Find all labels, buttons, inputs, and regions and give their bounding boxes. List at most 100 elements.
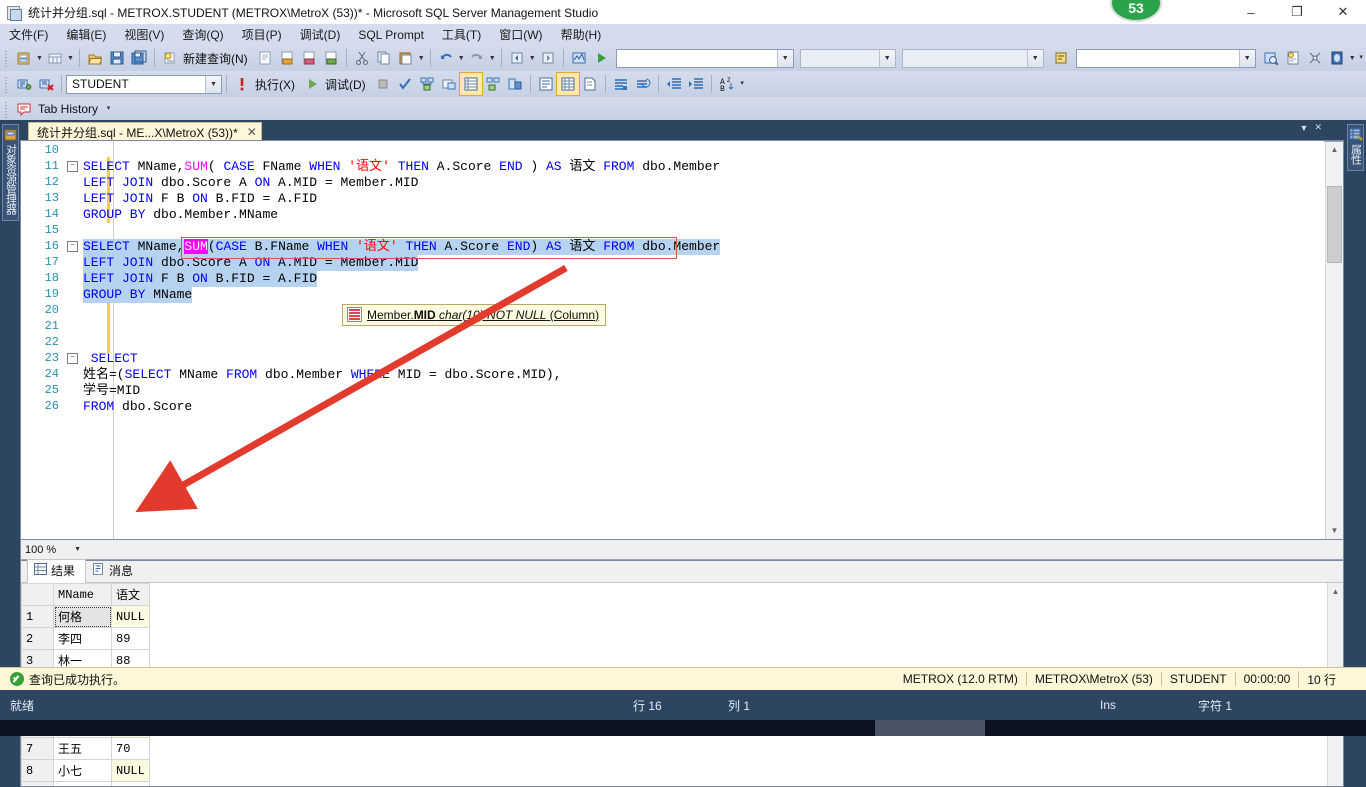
cell-score[interactable]: 89 [111, 627, 150, 650]
sql-refactor-icon[interactable] [1326, 47, 1348, 69]
new-project-dropdown[interactable]: ▼ [35, 47, 44, 69]
cell-score[interactable]: NULL [111, 605, 150, 628]
stop-icon[interactable] [372, 73, 394, 95]
menu-edit[interactable]: 编辑(E) [57, 24, 115, 45]
format-sql-icon[interactable] [1304, 47, 1326, 69]
new-xmla-query-icon[interactable] [320, 47, 342, 69]
standard-toolbar-overflow[interactable]: ▾ [1357, 47, 1366, 69]
cell-mname[interactable]: 何格 [53, 605, 112, 628]
table-row[interactable]: 1 何格 NULL [21, 605, 150, 628]
new-analysis-mdx-query-icon[interactable] [276, 47, 298, 69]
new-item-dropdown[interactable]: ▼ [66, 47, 75, 69]
table-row[interactable]: 8 小七 NULL [21, 759, 150, 782]
menu-project[interactable]: 项目(P) [233, 24, 291, 45]
cell-score[interactable]: NULL [111, 759, 150, 782]
new-query-icon[interactable] [159, 47, 181, 69]
row-number[interactable]: 9 [21, 781, 54, 786]
cell-mname[interactable]: 王五 [53, 737, 112, 760]
results-to-grid-toggle-icon[interactable] [555, 72, 580, 96]
results-to-grid-icon[interactable] [458, 72, 483, 96]
parse-check-icon[interactable] [394, 73, 416, 95]
uncomment-lines-icon[interactable] [632, 73, 654, 95]
maximize-button[interactable]: ❐ [1274, 0, 1320, 24]
database-dropdown-arrow[interactable]: ▼ [205, 75, 221, 93]
cut-icon[interactable] [351, 47, 373, 69]
scroll-down-arrow[interactable]: ▼ [1326, 522, 1343, 539]
zoom-level-combo[interactable]: 100 % ▼ [25, 542, 85, 558]
search-dropdown-arrow[interactable]: ▼ [1238, 49, 1255, 67]
cell-mname[interactable]: 小七 [53, 759, 112, 782]
comment-lines-icon[interactable] [610, 73, 632, 95]
tab-results[interactable]: 结果 [27, 559, 87, 583]
editor-toolbar-overflow[interactable]: ▾ [738, 73, 747, 95]
open-file-icon[interactable] [84, 47, 106, 69]
sql-prompt-icon[interactable] [1050, 47, 1072, 69]
menu-debug[interactable]: 调试(D) [291, 24, 350, 45]
new-project-icon[interactable] [13, 47, 35, 69]
redo-dropdown[interactable]: ▼ [488, 47, 497, 69]
scroll-up-arrow[interactable]: ▲ [1328, 583, 1343, 600]
display-estimated-plan-icon[interactable] [416, 73, 438, 95]
editor-split-button[interactable] [1324, 141, 1343, 142]
properties-dock-tab[interactable]: 属性 [1347, 124, 1364, 171]
code-area[interactable]: SELECT MName,SUM( CASE FName WHEN '语文' T… [83, 141, 1325, 539]
editor-tab-sql[interactable]: 统计并分组.sql - ME...X\MetroX (53))* ✕ [28, 122, 262, 141]
cell-mname[interactable]: 张三 [53, 781, 112, 786]
menu-file[interactable]: 文件(F) [0, 24, 57, 45]
disconnect-icon[interactable] [35, 73, 57, 95]
decrease-indent-icon[interactable] [663, 73, 685, 95]
results-to-text-icon[interactable] [535, 73, 557, 95]
table-row[interactable]: 2 李四 89 [21, 627, 150, 650]
tab-history-icon[interactable] [13, 98, 35, 120]
scroll-thumb[interactable] [1327, 186, 1342, 263]
cell-score[interactable]: 70 [111, 737, 150, 760]
save-all-icon[interactable] [128, 47, 150, 69]
taskbar-active-window[interactable] [875, 720, 985, 736]
execute-icon[interactable] [231, 73, 253, 95]
navigate-dropdown[interactable]: ▼ [528, 47, 537, 69]
execute-green-icon[interactable] [590, 47, 612, 69]
redo-icon[interactable] [466, 47, 488, 69]
editor-vertical-scrollbar[interactable]: ▲ ▼ [1324, 141, 1343, 539]
script-as-icon[interactable] [1282, 47, 1304, 69]
close-icon[interactable]: ✕ [247, 125, 257, 139]
menu-view[interactable]: 视图(V) [115, 24, 173, 45]
find-invalid-objects-icon[interactable] [1260, 47, 1282, 69]
combo-1-arrow[interactable]: ▼ [776, 49, 793, 67]
paste-dropdown[interactable]: ▼ [417, 47, 426, 69]
sql-refactor-dropdown[interactable]: ▼ [1348, 47, 1357, 69]
cell-mname[interactable]: 李四 [53, 627, 112, 650]
query-options-icon[interactable] [438, 73, 460, 95]
results-to-file-icon[interactable] [579, 73, 601, 95]
combo-2-arrow[interactable]: ▼ [878, 49, 895, 67]
collapse-toggle[interactable]: – [67, 241, 78, 252]
paste-icon[interactable] [395, 47, 417, 69]
toolbar-grip[interactable] [3, 49, 10, 67]
column-header-mname[interactable]: MName [53, 583, 112, 606]
toolbar-grip[interactable] [3, 99, 10, 118]
object-explorer-dock-tab[interactable]: 对象资源管理器 [2, 124, 19, 221]
menu-query[interactable]: 查询(Q) [173, 24, 232, 45]
row-number[interactable]: 2 [21, 627, 54, 650]
tab-history-overflow[interactable]: ▾ [104, 98, 113, 120]
scroll-up-arrow[interactable]: ▲ [1326, 141, 1343, 158]
tab-messages[interactable]: 消息 [86, 560, 143, 582]
standard-combo-3[interactable]: ▼ [901, 48, 1044, 68]
menu-window[interactable]: 窗口(W) [490, 24, 551, 45]
minimize-button[interactable]: – [1228, 0, 1274, 24]
tab-close-icon[interactable]: ✕ [1314, 122, 1322, 133]
collapse-toggle[interactable]: – [67, 161, 78, 172]
new-db-engine-query-icon[interactable] [254, 47, 276, 69]
debug-icon[interactable] [301, 73, 323, 95]
menu-sql-prompt[interactable]: SQL Prompt [349, 26, 433, 44]
undo-icon[interactable] [435, 47, 457, 69]
new-item-icon[interactable] [44, 47, 66, 69]
connect-icon[interactable] [13, 73, 35, 95]
standard-combo-2[interactable]: ▼ [799, 48, 896, 68]
standard-combo-1[interactable]: ▼ [615, 48, 794, 68]
sql-editor[interactable]: 10 11 12 13 14 15 16 17 18 19 20 21 22 2… [20, 140, 1344, 540]
sort-az-icon[interactable]: ABZ [716, 73, 738, 95]
execute-label[interactable]: 执行(X) [253, 76, 301, 93]
increase-indent-icon[interactable] [685, 73, 707, 95]
combo-3-arrow[interactable]: ▼ [1026, 49, 1043, 67]
